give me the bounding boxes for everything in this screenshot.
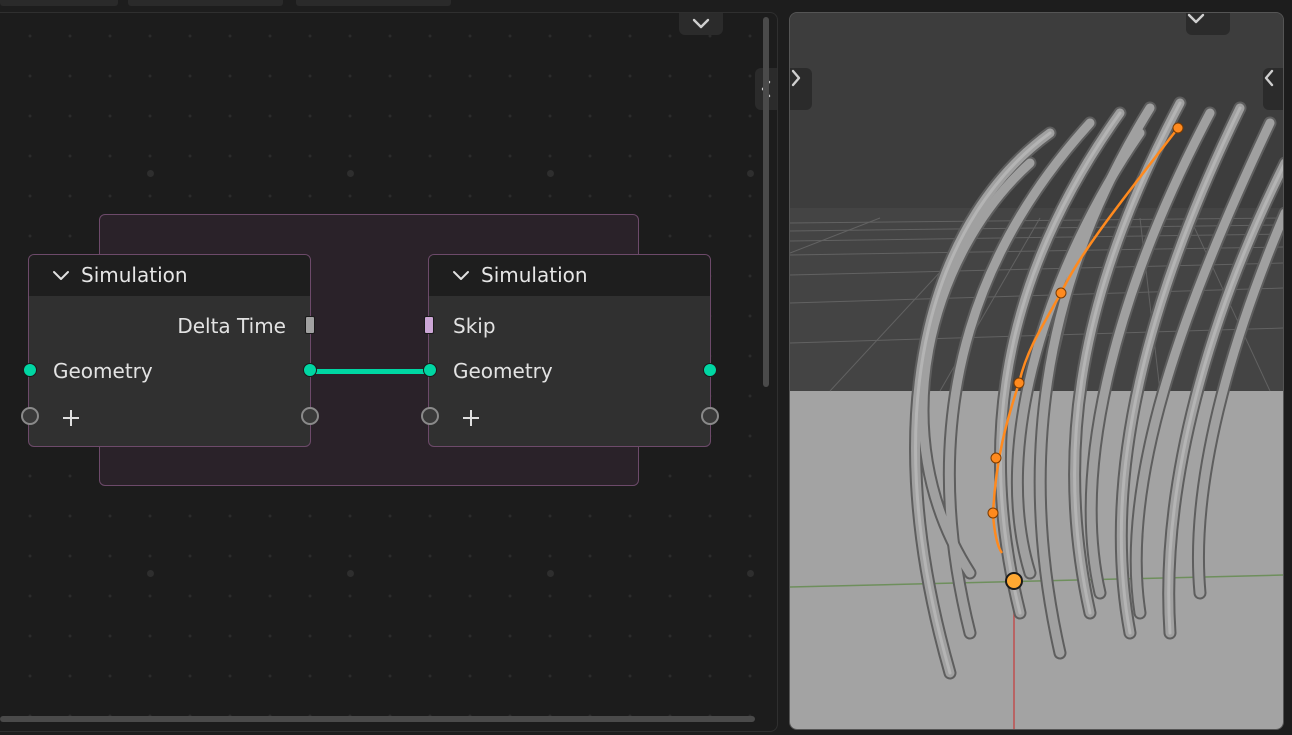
horizontal-scrollbar[interactable]: [0, 716, 755, 722]
plus-icon[interactable]: [462, 409, 480, 427]
grid-dot: [747, 170, 754, 177]
grid-dot: [547, 170, 554, 177]
chevron-down-icon[interactable]: [51, 266, 71, 286]
3d-viewport[interactable]: [789, 12, 1284, 730]
grid-dot: [347, 170, 354, 177]
grid-dot: [147, 170, 154, 177]
node-title: Simulation: [481, 263, 588, 287]
node-header[interactable]: Simulation: [429, 255, 710, 296]
header-collapse-button[interactable]: [1186, 13, 1230, 35]
object-origin[interactable]: [1005, 572, 1023, 590]
control-point[interactable]: [1013, 377, 1025, 389]
geometry-output-socket[interactable]: [703, 363, 717, 377]
tab-strip-segment: [296, 0, 451, 6]
geometry-link[interactable]: [310, 369, 430, 374]
simulation-output-node[interactable]: Simulation Skip Geometry: [421, 254, 719, 447]
virtual-input-socket[interactable]: [21, 407, 39, 425]
node-title: Simulation: [81, 263, 188, 287]
control-point[interactable]: [990, 452, 1002, 464]
chevron-left-icon: [1264, 69, 1274, 87]
vertical-scrollbar[interactable]: [763, 17, 769, 387]
control-point[interactable]: [987, 507, 999, 519]
node-editor[interactable]: Simulation Delta Time Geometry Simulatio…: [0, 12, 778, 732]
skip-label: Skip: [453, 314, 496, 338]
geometry-label: Geometry: [53, 359, 153, 383]
viewport-scene: [790, 13, 1283, 729]
toolbar-toggle-button[interactable]: [790, 68, 812, 110]
grid-dot: [547, 570, 554, 577]
grid-dot: [347, 570, 354, 577]
geometry-label: Geometry: [453, 359, 553, 383]
chevron-down-icon: [692, 18, 710, 29]
header-collapse-button[interactable]: [679, 13, 723, 35]
skip-socket[interactable]: [424, 316, 434, 334]
tab-strip-segment: [128, 0, 283, 6]
simulation-input-node[interactable]: Simulation Delta Time Geometry: [21, 254, 319, 447]
virtual-output-socket[interactable]: [701, 407, 719, 425]
geometry-output-socket[interactable]: [303, 363, 317, 377]
geometry-input-socket[interactable]: [423, 363, 437, 377]
plus-icon[interactable]: [62, 409, 80, 427]
grid-dot: [747, 570, 754, 577]
virtual-input-socket[interactable]: [421, 407, 439, 425]
chevron-down-icon: [1187, 13, 1205, 24]
control-point[interactable]: [1055, 287, 1067, 299]
virtual-output-socket[interactable]: [301, 407, 319, 425]
delta-time-label: Delta Time: [177, 314, 286, 338]
geometry-input-socket[interactable]: [23, 363, 37, 377]
grid-dot: [147, 570, 154, 577]
delta-time-socket[interactable]: [305, 316, 315, 334]
chevron-right-icon: [791, 69, 801, 87]
tab-strip-segment: [0, 0, 118, 6]
chevron-down-icon[interactable]: [451, 266, 471, 286]
control-point[interactable]: [1172, 122, 1184, 134]
sidebar-toggle-button[interactable]: [1263, 68, 1283, 110]
top-bar: [0, 0, 1292, 10]
node-header[interactable]: Simulation: [29, 255, 310, 296]
